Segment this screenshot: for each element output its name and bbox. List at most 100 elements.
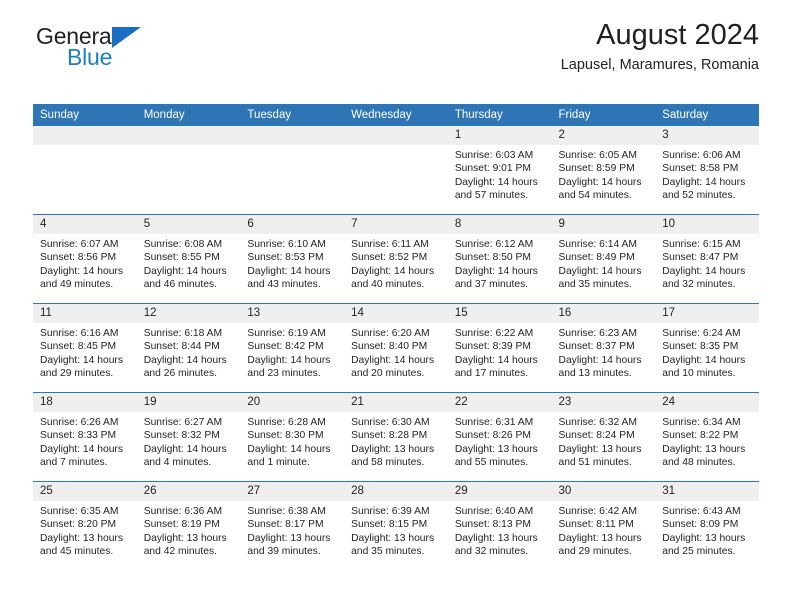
sunset-time: Sunset: 8:44 PM [143,341,220,353]
calendar-day-cell[interactable]: 15 Sunrise: 6:22 AM Sunset: 8:39 PM Dayligh… [447,303,552,393]
calendar-day-cell[interactable]: 30 Sunrise: 6:42 AM Sunset: 8:11 PM Dayligh… [551,481,656,570]
calendar-day-cell[interactable]: 4 Sunrise: 6:07 AM Sunset: 8:56 PM Daylight… [33,214,137,304]
day-number: 19 [136,393,241,412]
calendar-day-cell[interactable]: 11 Sunrise: 6:16 AM Sunset: 8:45 PM Dayligh… [33,303,137,393]
calendar-week-row: 1 Sunrise: 6:03 AM Sunset: 9:01 PM Daylight… [33,126,759,215]
day-sun-info: Sunrise: 6:30 AM Sunset: 8:28 PM Daylight:… [344,412,448,470]
daylight-duration-line1: Daylight: 14 hours [247,354,331,366]
page-header: General Blue August 2024 Lapusel, Maramu… [33,0,759,74]
calendar-day-cell[interactable]: 31 Sunrise: 6:43 AM Sunset: 8:09 PM Dayligh… [655,481,759,570]
sunset-time: Sunset: 8:39 PM [454,341,531,353]
sunset-time: Sunset: 8:56 PM [40,252,117,264]
day-number: 16 [551,304,656,323]
calendar-day-cell[interactable]: 16 Sunrise: 6:23 AM Sunset: 8:37 PM Dayligh… [551,303,656,393]
day-number: 2 [551,126,656,145]
sunrise-time: Sunrise: 6:31 AM [454,417,534,428]
calendar-day-cell[interactable]: 18 Sunrise: 6:26 AM Sunset: 8:33 PM Dayligh… [33,392,137,482]
day-number: 15 [447,304,552,323]
day-sun-info: Sunrise: 6:14 AM Sunset: 8:49 PM Daylight:… [552,234,656,292]
sunset-time: Sunset: 9:01 PM [454,163,531,175]
calendar-day-cell[interactable]: 26 Sunrise: 6:36 AM Sunset: 8:19 PM Dayligh… [136,481,241,570]
calendar-day-cell[interactable]: 10 Sunrise: 6:15 AM Sunset: 8:47 PM Dayligh… [655,214,759,304]
daylight-duration-line2: and 23 minutes. [247,368,321,380]
sunset-time: Sunset: 8:55 PM [143,252,220,264]
sunrise-time: Sunrise: 6:28 AM [247,417,326,428]
sunset-time: Sunset: 8:47 PM [662,252,739,264]
day-sun-info: Sunrise: 6:23 AM Sunset: 8:37 PM Daylight:… [552,323,656,381]
calendar-day-cell[interactable]: 12 Sunrise: 6:18 AM Sunset: 8:44 PM Dayligh… [136,303,241,393]
daylight-duration-line1: Daylight: 13 hours [558,532,642,544]
calendar-week-row: 25 Sunrise: 6:35 AM Sunset: 8:20 PM Dayligh… [33,481,759,570]
day-number: 5 [136,215,241,234]
calendar-day-cell[interactable]: 8 Sunrise: 6:12 AM Sunset: 8:50 PM Daylight… [447,214,552,304]
column-header-monday: Monday [136,104,241,126]
daylight-duration-line1: Daylight: 14 hours [662,176,746,188]
sunset-time: Sunset: 8:50 PM [454,252,531,264]
calendar-day-cell[interactable]: 19 Sunrise: 6:27 AM Sunset: 8:32 PM Dayligh… [136,392,241,482]
day-number: 1 [447,126,552,145]
daylight-duration-line1: Daylight: 14 hours [558,176,642,188]
sunset-time: Sunset: 8:11 PM [558,519,634,531]
day-number: 23 [551,393,656,412]
daylight-duration-line2: and 13 minutes. [558,368,632,380]
day-number: 27 [240,482,345,501]
calendar-day-cell[interactable]: 17 Sunrise: 6:24 AM Sunset: 8:35 PM Dayligh… [655,303,759,393]
daylight-duration-line1: Daylight: 13 hours [351,443,435,455]
sunrise-time: Sunrise: 6:14 AM [558,239,637,250]
daylight-duration-line1: Daylight: 14 hours [351,354,435,366]
calendar-day-cell[interactable]: 3 Sunrise: 6:06 AM Sunset: 8:58 PM Daylight… [655,126,759,215]
day-number: 8 [447,215,552,234]
calendar-day-cell[interactable]: 6 Sunrise: 6:10 AM Sunset: 8:53 PM Daylight… [240,214,345,304]
daylight-duration-line2: and 39 minutes. [247,546,321,558]
calendar-week-row: 11 Sunrise: 6:16 AM Sunset: 8:45 PM Dayligh… [33,303,759,393]
daylight-duration-line2: and 29 minutes. [558,546,632,558]
calendar-day-cell[interactable]: 1 Sunrise: 6:03 AM Sunset: 9:01 PM Daylight… [447,126,552,215]
day-number: 28 [344,482,448,501]
daylight-duration-line1: Daylight: 14 hours [143,265,227,277]
sunrise-time: Sunrise: 6:43 AM [662,506,741,517]
calendar-day-cell[interactable]: 5 Sunrise: 6:08 AM Sunset: 8:55 PM Daylight… [136,214,241,304]
sunset-time: Sunset: 8:52 PM [351,252,428,264]
calendar-day-cell[interactable]: 2 Sunrise: 6:05 AM Sunset: 8:59 PM Daylight… [551,126,656,215]
sunrise-time: Sunrise: 6:12 AM [454,239,534,250]
calendar-day-cell[interactable]: 14 Sunrise: 6:20 AM Sunset: 8:40 PM Dayligh… [344,303,448,393]
day-number: 7 [344,215,448,234]
sunrise-sunset-calendar: Sunday Monday Tuesday Wednesday Thursday… [33,104,759,570]
sunrise-time: Sunrise: 6:22 AM [454,328,534,339]
calendar-day-cell[interactable]: 9 Sunrise: 6:14 AM Sunset: 8:49 PM Daylight… [551,214,656,304]
daylight-duration-line2: and 43 minutes. [247,279,321,291]
calendar-day-cell[interactable]: 22 Sunrise: 6:31 AM Sunset: 8:26 PM Dayligh… [447,392,552,482]
sunset-time: Sunset: 8:19 PM [143,519,220,531]
daylight-duration-line1: Daylight: 14 hours [558,265,642,277]
calendar-day-cell[interactable]: 28 Sunrise: 6:39 AM Sunset: 8:15 PM Dayligh… [344,481,448,570]
sunrise-time: Sunrise: 6:26 AM [40,417,119,428]
calendar-day-cell[interactable]: 23 Sunrise: 6:32 AM Sunset: 8:24 PM Dayligh… [551,392,656,482]
daylight-duration-line2: and 25 minutes. [662,546,736,558]
day-sun-info: Sunrise: 6:08 AM Sunset: 8:55 PM Daylight:… [137,234,241,292]
calendar-day-cell[interactable]: 13 Sunrise: 6:19 AM Sunset: 8:42 PM Dayligh… [240,303,345,393]
calendar-day-cell[interactable]: 24 Sunrise: 6:34 AM Sunset: 8:22 PM Dayligh… [655,392,759,482]
sunset-time: Sunset: 8:20 PM [40,519,117,531]
calendar-day-cell[interactable]: 21 Sunrise: 6:30 AM Sunset: 8:28 PM Dayligh… [344,392,448,482]
daylight-duration-line2: and 51 minutes. [558,457,632,469]
sunset-time: Sunset: 8:28 PM [351,430,428,442]
sunrise-time: Sunrise: 6:24 AM [662,328,741,339]
day-sun-info: Sunrise: 6:12 AM Sunset: 8:50 PM Daylight:… [448,234,552,292]
calendar-day-cell[interactable]: 7 Sunrise: 6:11 AM Sunset: 8:52 PM Daylight… [344,214,448,304]
general-blue-logo[interactable]: General Blue [36,24,236,74]
daylight-duration-line1: Daylight: 14 hours [454,176,538,188]
day-sun-info: Sunrise: 6:38 AM Sunset: 8:17 PM Daylight:… [240,501,344,559]
day-number: 13 [240,304,345,323]
day-number: 9 [551,215,656,234]
calendar-day-cell[interactable]: 27 Sunrise: 6:38 AM Sunset: 8:17 PM Dayligh… [240,481,345,570]
sunrise-time: Sunrise: 6:06 AM [662,150,741,161]
day-sun-info: Sunrise: 6:19 AM Sunset: 8:42 PM Daylight:… [240,323,344,381]
calendar-day-cell[interactable]: 29 Sunrise: 6:40 AM Sunset: 8:13 PM Dayligh… [447,481,552,570]
daylight-duration-line1: Daylight: 14 hours [40,443,123,455]
day-number [344,126,448,145]
calendar-day-cell[interactable]: 20 Sunrise: 6:28 AM Sunset: 8:30 PM Dayligh… [240,392,345,482]
calendar-day-cell[interactable]: 25 Sunrise: 6:35 AM Sunset: 8:20 PM Dayligh… [33,481,137,570]
daylight-duration-line2: and 58 minutes. [351,457,425,469]
daylight-duration-line1: Daylight: 14 hours [143,443,227,455]
sunrise-time: Sunrise: 6:11 AM [351,239,429,250]
